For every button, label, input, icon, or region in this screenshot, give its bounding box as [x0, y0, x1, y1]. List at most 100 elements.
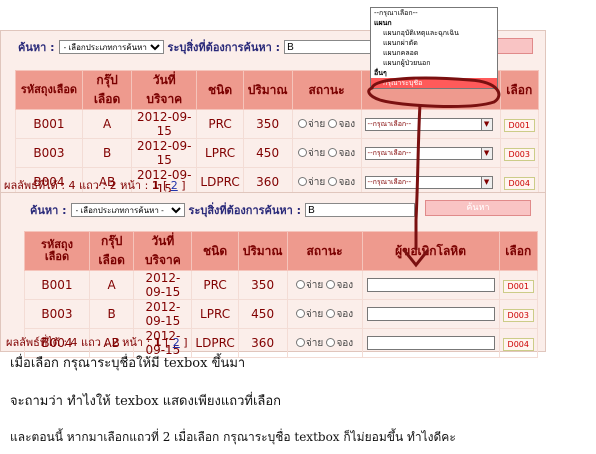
cell-requester [361, 270, 500, 300]
cell-requester: --กรุณาเลือก-- ▼ [360, 138, 501, 168]
table-row: B001 A 2012-09-15 PRC 350 จ่าย จอง --กรุ… [15, 109, 540, 139]
cell-group: B [88, 299, 135, 329]
cell-date: 2012-09-15 [133, 270, 193, 300]
table-row: B003 B 2012-09-15 LPRC 450 จ่าย จอง --กร… [15, 138, 540, 168]
caption-line-1: เมื่อเลือก กรุณาระบุชื่อให้มี texbox ขึ้… [10, 356, 246, 371]
pay-label: จ่าย [305, 279, 324, 291]
reserve-radio[interactable] [328, 147, 338, 157]
bottom-search-bar: ค้นหา : - เลือกประเภทการค้นหา - ระบุสิ่ง… [30, 201, 416, 219]
pager-text: ผลลัพธ์ที่ได้ : 4 แถว : 2 หน้า : [6, 336, 151, 349]
dropdown-option[interactable]: แผนกคลอด [371, 48, 497, 58]
pay-radio[interactable] [297, 118, 307, 128]
choose-button[interactable]: D004 [503, 176, 535, 190]
cell-status: จ่าย จอง [291, 138, 362, 168]
caption-line-2: จะถามว่า ทำไงให้ texbox แสดงเพียงแถวที่เ… [10, 394, 282, 409]
cell-group: A [81, 109, 133, 139]
reserve-radio[interactable] [326, 337, 336, 347]
cell-type: LPRC [196, 138, 244, 168]
dropdown-option[interactable]: แผนกอุบัติเหตุและฉุกเฉิน [371, 28, 497, 38]
cell-status: จ่าย จอง [291, 109, 362, 139]
requester-textbox[interactable] [366, 307, 495, 321]
caption-line-3: และตอนนี้ หากมาเลือกแถวที่ 2 เมื่อเลือก … [10, 430, 456, 444]
pay-label: จ่าย [305, 337, 324, 349]
reserve-label: จอง [336, 279, 354, 291]
cell-id: B001 [24, 270, 90, 300]
th-amount: ปริมาณ [237, 231, 288, 271]
search-specify-label: ระบุสิ่งที่ต้องการค้นหา : [167, 41, 281, 54]
cell-amount: 350 [237, 270, 288, 300]
cell-status: จ่าย จอง [286, 328, 363, 358]
cell-requester [361, 328, 500, 358]
table-row: B003 B 2012-09-15 LPRC 450 จ่าย จอง D003 [24, 299, 539, 329]
bottom-pager: ผลลัพธ์ที่ได้ : 4 แถว : 2 หน้า : 1 [ 2 ] [6, 333, 188, 351]
search-type-select[interactable]: - เลือกประเภทการค้นหา - [70, 203, 185, 217]
requester-select[interactable]: --กรุณาเลือก-- ▼ [364, 146, 493, 160]
reserve-label: จอง [338, 176, 356, 188]
pager-text: ผลลัพธ์ที่ได้ : 4 แถว : 2 หน้า : [4, 179, 149, 192]
dropdown-group: อื่นๆ [374, 69, 387, 77]
pay-radio[interactable] [295, 279, 305, 289]
reserve-radio[interactable] [326, 279, 336, 289]
cell-requester: --กรุณาเลือก-- ▼ [360, 109, 501, 139]
table-row: B001 A 2012-09-15 PRC 350 จ่าย จอง D001 [24, 270, 539, 300]
cell-choose: D003 [499, 138, 540, 168]
cell-group: B [81, 138, 133, 168]
dropdown-option[interactable]: แผนกผู้ป่วยนอก [371, 58, 497, 68]
choose-button[interactable]: D001 [503, 118, 535, 132]
th-select: เลือก [498, 231, 539, 271]
reserve-radio[interactable] [328, 176, 338, 186]
choose-button[interactable]: D001 [502, 279, 534, 293]
dropdown-option[interactable]: --กรุณาเลือก-- [371, 8, 497, 18]
cell-amount: 450 [242, 138, 293, 168]
dropdown-group: แผนก [374, 19, 392, 27]
choose-button[interactable]: D003 [502, 308, 534, 322]
th-group: กรุ๊ปเลือด [88, 231, 135, 271]
requester-textbox[interactable] [366, 336, 495, 350]
reserve-label: จอง [338, 118, 356, 130]
pay-label: จ่าย [307, 176, 326, 188]
pay-radio[interactable] [295, 308, 305, 318]
pay-radio[interactable] [295, 337, 305, 347]
dropdown-option-specify-name[interactable]: กรุณาระบุชื่อ [371, 78, 497, 88]
th-bag-id: รหัสถุงเลือด [15, 70, 83, 110]
th-type: ชนิด [196, 70, 244, 110]
chevron-down-icon: ▼ [480, 118, 492, 130]
th-date: วันที่บริจาค [133, 231, 193, 271]
pager-link-2[interactable]: 2 [171, 179, 178, 192]
dropdown-option[interactable]: แผนกผ่าตัด [371, 38, 497, 48]
search-input[interactable] [305, 203, 416, 217]
th-status: สถานะ [291, 70, 362, 110]
cell-date: 2012-09-15 [131, 138, 198, 168]
reserve-radio[interactable] [328, 118, 338, 128]
reserve-label: จอง [338, 147, 356, 159]
cell-id: B003 [24, 299, 90, 329]
requester-textbox[interactable] [366, 278, 495, 292]
choose-button[interactable]: D004 [502, 337, 534, 351]
th-requester: ผู้ขอเบิกโลหิต [361, 231, 500, 271]
th-type: ชนิด [191, 231, 239, 271]
pager-bracket: ] [183, 336, 188, 349]
cell-type: PRC [196, 109, 244, 139]
chevron-down-icon: ▼ [480, 176, 492, 188]
cell-amount: 360 [237, 328, 288, 358]
th-status: สถานะ [286, 231, 363, 271]
search-button-bottom[interactable]: ค้นหา [425, 200, 531, 216]
pay-radio[interactable] [297, 176, 307, 186]
cell-group: A [88, 270, 135, 300]
pay-radio[interactable] [297, 147, 307, 157]
th-date: วันที่บริจาค [131, 70, 198, 110]
requester-select[interactable]: --กรุณาเลือก-- ▼ [364, 117, 493, 131]
reserve-label: จอง [336, 308, 354, 320]
requester-dropdown-list: --กรุณาเลือก-- แผนก แผนกอุบัติเหตุและฉุก… [370, 7, 498, 89]
choose-button[interactable]: D003 [503, 147, 535, 161]
pay-label: จ่าย [307, 147, 326, 159]
requester-select[interactable]: --กรุณาเลือก-- ▼ [364, 175, 493, 189]
search-type-select[interactable]: - เลือกประเภทการค้นหา - [58, 40, 164, 54]
reserve-radio[interactable] [326, 308, 336, 318]
pay-label: จ่าย [307, 118, 326, 130]
cell-choose: D001 [498, 270, 539, 300]
cell-type: PRC [191, 270, 239, 300]
pager-current: 1 [153, 336, 162, 349]
pager-link-2[interactable]: 2 [173, 336, 180, 349]
th-amount: ปริมาณ [242, 70, 293, 110]
